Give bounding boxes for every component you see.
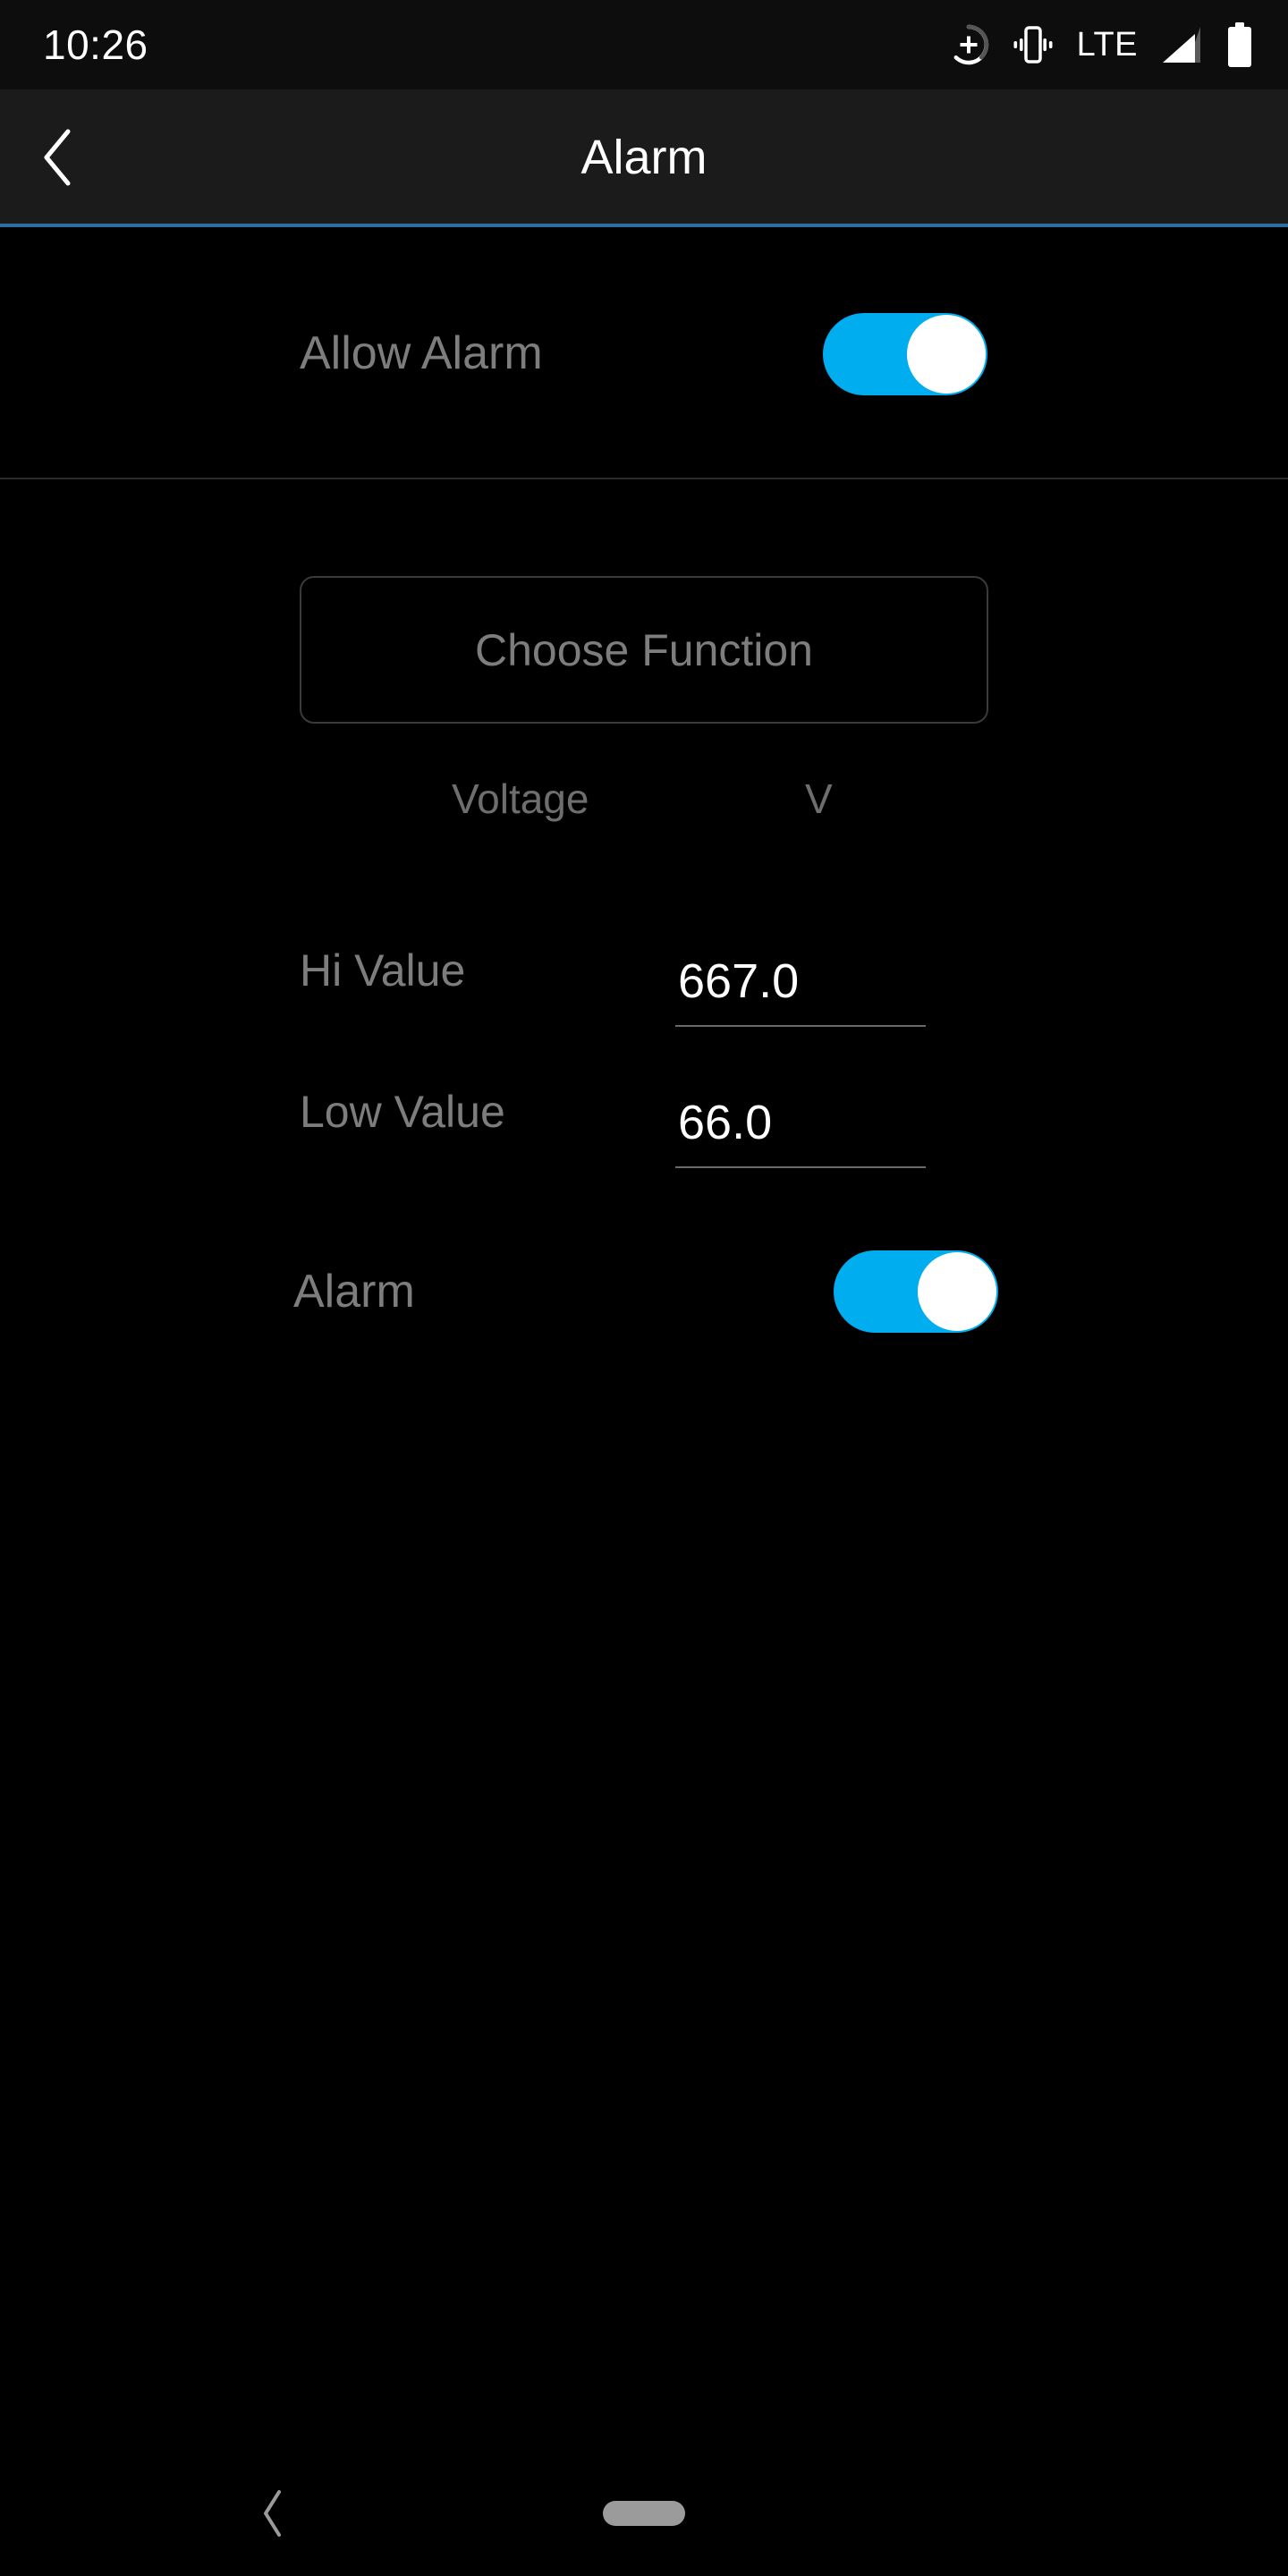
status-bar-icons: LTE [948,22,1252,67]
function-name-label: Voltage [452,775,589,822]
battery-icon [1227,22,1252,67]
function-unit-row: Voltage V [0,775,1288,839]
alarm-toggle[interactable] [834,1250,998,1333]
hi-value-text: 667.0 [678,954,800,1008]
vibrate-icon [1013,22,1054,67]
unit-symbol-label: V [805,775,833,822]
back-button[interactable] [0,89,116,225]
allow-alarm-row[interactable]: Allow Alarm [0,227,1288,479]
status-bar-clock: 10:26 [43,21,148,68]
signal-strength-icon [1161,25,1204,64]
home-pill-indicator[interactable] [603,2501,685,2526]
hi-value-input[interactable]: 667.0 [675,928,926,1027]
low-value-input[interactable]: 66.0 [675,1070,926,1168]
low-value-label: Low Value [300,1087,505,1137]
low-value-row: Low Value 66.0 [0,1079,1288,1186]
status-bar: 10:26 LTE [0,0,1288,89]
phone-screen: 10:26 LTE Alarm Allow Alarm Choose Funct… [0,0,1288,2576]
choose-function-button[interactable]: Choose Function [300,576,988,724]
toggle-thumb [918,1252,996,1331]
toggle-thumb [907,315,986,394]
alarm-label: Alarm [293,1266,415,1318]
allow-alarm-label: Allow Alarm [300,326,543,379]
data-saver-icon [948,24,989,65]
allow-alarm-toggle[interactable] [823,313,987,395]
page-title: Alarm [580,131,708,184]
section-divider [0,478,1288,479]
nav-back-icon[interactable] [258,2488,288,2538]
alarm-row[interactable]: Alarm [0,1250,1288,1333]
system-navigation-bar [0,2451,1288,2576]
hi-value-row: Hi Value 667.0 [0,937,1288,1045]
low-value-text: 66.0 [678,1096,773,1149]
app-bar: Alarm [0,89,1288,225]
network-type-icon: LTE [1076,26,1138,64]
chevron-left-icon [38,126,79,189]
hi-value-label: Hi Value [300,945,466,996]
